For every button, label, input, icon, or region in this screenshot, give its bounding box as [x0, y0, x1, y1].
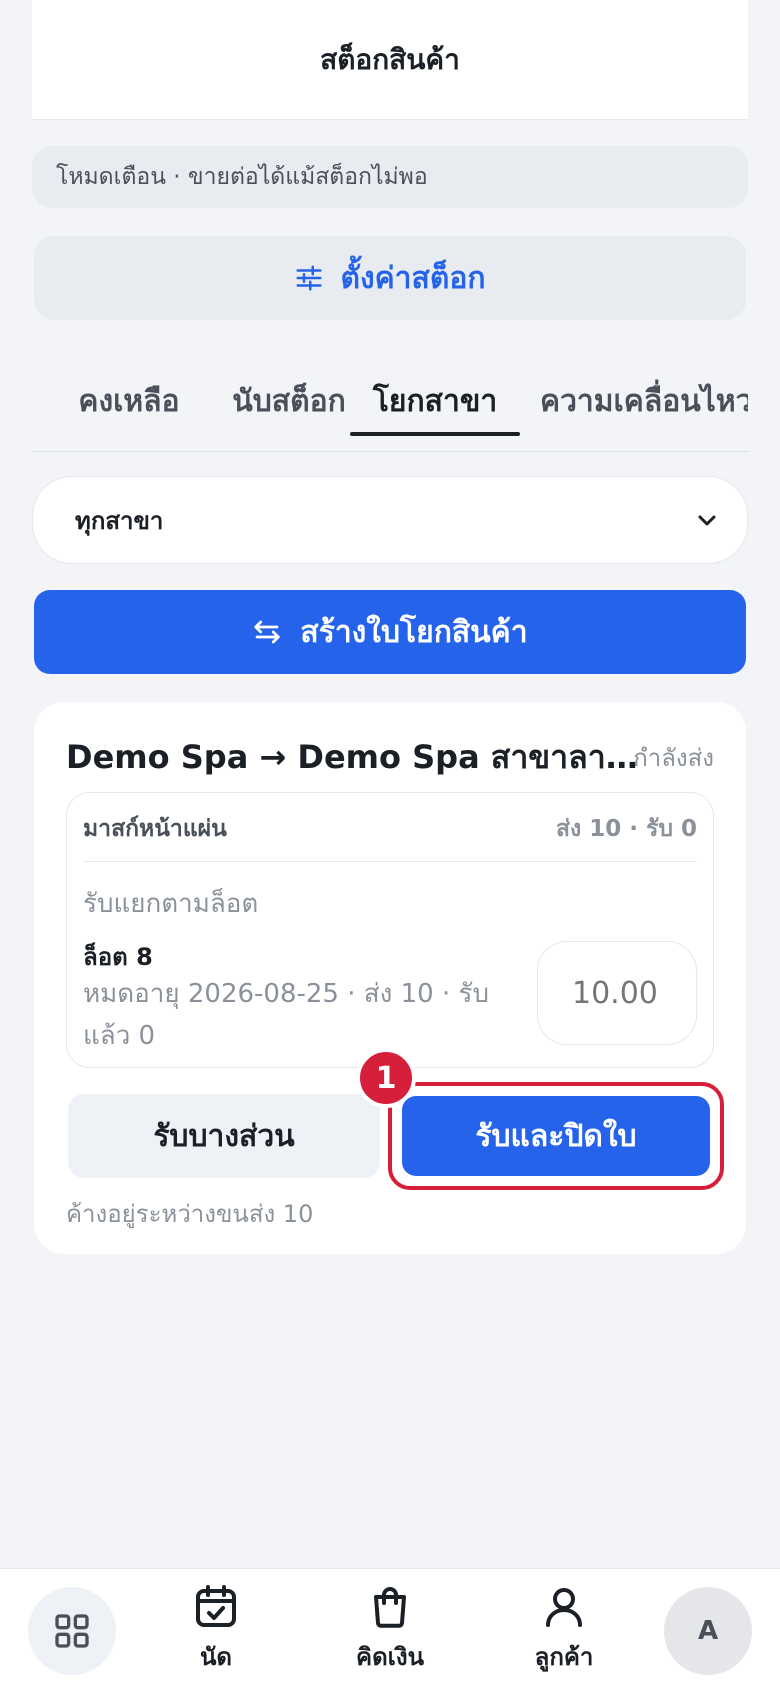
- transfer-item: มาสก์หน้าแผ่น ส่ง 10 · รับ 0 รับแยกตามล็…: [66, 792, 714, 1068]
- transfer-status-badge: กำลังส่ง: [633, 744, 714, 772]
- receive-and-close-button[interactable]: รับและปิดใบ: [402, 1096, 710, 1176]
- receive-partial-button[interactable]: รับบางส่วน: [68, 1094, 380, 1178]
- branch-select-value: ทุกสาขา: [75, 506, 164, 535]
- lot-detail: หมดอายุ 2026-08-25 · ส่ง 10 · รับแล้ว 0: [83, 979, 489, 1051]
- receive-close-highlight: รับและปิดใบ: [388, 1082, 724, 1190]
- lot-receive-qty-input[interactable]: [537, 941, 697, 1045]
- create-transfer-button[interactable]: สร้างใบโยกสินค้า: [34, 590, 746, 674]
- nav-menu-button[interactable]: [28, 1587, 116, 1675]
- sliders-icon: [296, 265, 322, 291]
- nav-appointments-label: นัด: [200, 1643, 232, 1671]
- nav-customers[interactable]: ลูกค้า: [504, 1583, 624, 1676]
- calendar-check-icon: [196, 1585, 236, 1627]
- transfer-card: Demo Spa → Demo Spa สาขาลาดพร้าว กำลังส่…: [34, 702, 746, 1254]
- receive-partial-label: รับบางส่วน: [153, 1118, 295, 1154]
- branch-select[interactable]: ทุกสาขา: [32, 476, 748, 564]
- pending-in-transit-note: ค้างอยู่ระหว่างขนส่ง 10: [66, 1200, 314, 1228]
- item-name: มาสก์หน้าแผ่น: [83, 816, 227, 842]
- nav-checkout[interactable]: คิดเงิน: [330, 1583, 450, 1676]
- nav-customers-label: ลูกค้า: [534, 1643, 594, 1671]
- bottom-nav: นัด คิดเงิน ลูกค้า A: [0, 1568, 780, 1688]
- stock-tabs: คงเหลือ นับสต็อก โยกสาขา ความเคลื่อนไหว: [32, 350, 748, 452]
- lot-name: ล็อต 8: [83, 943, 153, 971]
- tab-movements[interactable]: ความเคลื่อนไหว: [540, 350, 748, 451]
- stock-mode-text: โหมดเตือน · ขายต่อได้แม้สต็อกไม่พอ: [56, 164, 428, 190]
- receive-and-close-label: รับและปิดใบ: [475, 1118, 637, 1154]
- user-icon: [546, 1588, 582, 1627]
- swap-icon: [254, 620, 281, 644]
- tab-remaining[interactable]: คงเหลือ: [54, 350, 204, 451]
- page-title: สต็อกสินค้า: [320, 42, 460, 76]
- tab-branch-transfer[interactable]: โยกสาขา: [350, 350, 520, 451]
- shopping-bag-icon: [374, 1587, 406, 1628]
- avatar[interactable]: A: [664, 1587, 752, 1675]
- lot-section-label: รับแยกตามล็อต: [83, 889, 259, 919]
- create-transfer-label: สร้างใบโยกสินค้า: [300, 614, 528, 650]
- tab-stock-count[interactable]: นับสต็อก: [204, 350, 374, 451]
- item-divider: [83, 861, 697, 862]
- grid-icon: [55, 1614, 89, 1648]
- app-header: สต็อกสินค้า: [32, 0, 748, 120]
- step-badge: 1: [356, 1048, 416, 1108]
- transfer-title: Demo Spa → Demo Spa สาขาลาดพร้าว: [66, 738, 652, 776]
- nav-checkout-label: คิดเงิน: [356, 1643, 424, 1671]
- stock-settings-button[interactable]: ตั้งค่าสต็อก: [34, 236, 746, 320]
- nav-appointments[interactable]: นัด: [156, 1583, 276, 1676]
- item-qty-summary: ส่ง 10 · รับ 0: [556, 816, 697, 842]
- stock-mode-banner: โหมดเตือน · ขายต่อได้แม้สต็อกไม่พอ: [32, 146, 748, 208]
- chevron-down-icon: [698, 515, 716, 526]
- stock-settings-label: ตั้งค่าสต็อก: [340, 260, 486, 296]
